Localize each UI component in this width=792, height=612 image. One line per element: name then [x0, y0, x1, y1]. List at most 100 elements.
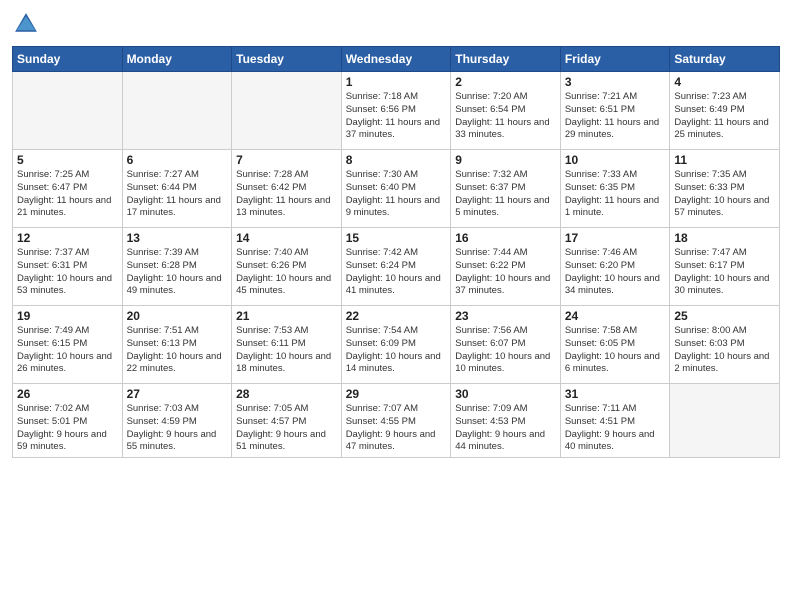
day-header-tuesday: Tuesday: [232, 47, 342, 72]
day-header-wednesday: Wednesday: [341, 47, 451, 72]
header: [12, 10, 780, 38]
logo-icon: [12, 10, 40, 38]
day-number: 5: [17, 153, 118, 167]
calendar-day: 24 Sunrise: 7:58 AM Sunset: 6:05 PM Dayli…: [560, 306, 670, 384]
calendar-day: 4 Sunrise: 7:23 AM Sunset: 6:49 PM Daylig…: [670, 72, 780, 150]
day-number: 28: [236, 387, 337, 401]
day-info: Sunrise: 7:53 AM Sunset: 6:11 PM Dayligh…: [236, 325, 337, 376]
calendar-day: 21 Sunrise: 7:53 AM Sunset: 6:11 PM Dayli…: [232, 306, 342, 384]
day-info: Sunrise: 7:54 AM Sunset: 6:09 PM Dayligh…: [346, 325, 447, 376]
day-header-sunday: Sunday: [13, 47, 123, 72]
day-info: Sunrise: 7:23 AM Sunset: 6:49 PM Dayligh…: [674, 91, 775, 142]
calendar-table: SundayMondayTuesdayWednesdayThursdayFrid…: [12, 46, 780, 458]
day-info: Sunrise: 7:21 AM Sunset: 6:51 PM Dayligh…: [565, 91, 666, 142]
day-number: 19: [17, 309, 118, 323]
day-info: Sunrise: 7:02 AM Sunset: 5:01 PM Dayligh…: [17, 403, 118, 454]
calendar-header-row: SundayMondayTuesdayWednesdayThursdayFrid…: [13, 47, 780, 72]
day-number: 14: [236, 231, 337, 245]
day-number: 8: [346, 153, 447, 167]
calendar-day: 3 Sunrise: 7:21 AM Sunset: 6:51 PM Daylig…: [560, 72, 670, 150]
day-info: Sunrise: 7:18 AM Sunset: 6:56 PM Dayligh…: [346, 91, 447, 142]
calendar-day: 17Sunrise: 7:46 AM Sunset: 6:20 PM Dayli…: [560, 228, 670, 306]
calendar-day: 8 Sunrise: 7:30 AM Sunset: 6:40 PM Daylig…: [341, 150, 451, 228]
day-info: Sunrise: 7:28 AM Sunset: 6:42 PM Dayligh…: [236, 169, 337, 220]
day-info: Sunrise: 7:56 AM Sunset: 6:07 PM Dayligh…: [455, 325, 556, 376]
day-info: Sunrise: 7:39 AM Sunset: 6:28 PM Dayligh…: [127, 247, 228, 298]
day-info: Sunrise: 8:00 AM Sunset: 6:03 PM Dayligh…: [674, 325, 775, 376]
calendar-day: 23 Sunrise: 7:56 AM Sunset: 6:07 PM Dayli…: [451, 306, 561, 384]
day-header-monday: Monday: [122, 47, 232, 72]
calendar-week-4: 19 Sunrise: 7:49 AM Sunset: 6:15 PM Dayli…: [13, 306, 780, 384]
calendar-day: 19 Sunrise: 7:49 AM Sunset: 6:15 PM Dayli…: [13, 306, 123, 384]
day-number: 25: [674, 309, 775, 323]
day-number: 11: [674, 153, 775, 167]
day-number: 24: [565, 309, 666, 323]
day-info: Sunrise: 7:05 AM Sunset: 4:57 PM Dayligh…: [236, 403, 337, 454]
calendar-day: [232, 72, 342, 150]
calendar-day: 27 Sunrise: 7:03 AM Sunset: 4:59 PM Dayli…: [122, 384, 232, 458]
calendar-day: 9Sunrise: 7:32 AM Sunset: 6:37 PM Daylig…: [451, 150, 561, 228]
day-number: 26: [17, 387, 118, 401]
day-info: Sunrise: 7:30 AM Sunset: 6:40 PM Dayligh…: [346, 169, 447, 220]
calendar-day: 22 Sunrise: 7:54 AM Sunset: 6:09 PM Dayli…: [341, 306, 451, 384]
day-info: Sunrise: 7:35 AM Sunset: 6:33 PM Dayligh…: [674, 169, 775, 220]
day-number: 4: [674, 75, 775, 89]
calendar-day: 25 Sunrise: 8:00 AM Sunset: 6:03 PM Dayli…: [670, 306, 780, 384]
page-container: SundayMondayTuesdayWednesdayThursdayFrid…: [0, 0, 792, 466]
day-number: 16: [455, 231, 556, 245]
day-number: 1: [346, 75, 447, 89]
day-info: Sunrise: 7:44 AM Sunset: 6:22 PM Dayligh…: [455, 247, 556, 298]
day-number: 18: [674, 231, 775, 245]
calendar-day: 5 Sunrise: 7:25 AM Sunset: 6:47 PM Daylig…: [13, 150, 123, 228]
day-info: Sunrise: 7:11 AM Sunset: 4:51 PM Dayligh…: [565, 403, 666, 454]
calendar-week-3: 12Sunrise: 7:37 AM Sunset: 6:31 PM Dayli…: [13, 228, 780, 306]
day-number: 12: [17, 231, 118, 245]
calendar-day: 15 Sunrise: 7:42 AM Sunset: 6:24 PM Dayli…: [341, 228, 451, 306]
day-number: 30: [455, 387, 556, 401]
day-number: 29: [346, 387, 447, 401]
day-number: 15: [346, 231, 447, 245]
day-number: 7: [236, 153, 337, 167]
calendar-day: 29 Sunrise: 7:07 AM Sunset: 4:55 PM Dayli…: [341, 384, 451, 458]
calendar-day: 12Sunrise: 7:37 AM Sunset: 6:31 PM Dayli…: [13, 228, 123, 306]
day-number: 31: [565, 387, 666, 401]
day-number: 27: [127, 387, 228, 401]
day-number: 17: [565, 231, 666, 245]
day-info: Sunrise: 7:07 AM Sunset: 4:55 PM Dayligh…: [346, 403, 447, 454]
calendar-day: 28 Sunrise: 7:05 AM Sunset: 4:57 PM Dayli…: [232, 384, 342, 458]
day-info: Sunrise: 7:51 AM Sunset: 6:13 PM Dayligh…: [127, 325, 228, 376]
day-header-friday: Friday: [560, 47, 670, 72]
calendar-day: 20 Sunrise: 7:51 AM Sunset: 6:13 PM Dayli…: [122, 306, 232, 384]
calendar-day: 16 Sunrise: 7:44 AM Sunset: 6:22 PM Dayli…: [451, 228, 561, 306]
calendar-day: [122, 72, 232, 150]
calendar-week-1: 1 Sunrise: 7:18 AM Sunset: 6:56 PM Daylig…: [13, 72, 780, 150]
day-number: 3: [565, 75, 666, 89]
day-number: 23: [455, 309, 556, 323]
calendar-week-2: 5 Sunrise: 7:25 AM Sunset: 6:47 PM Daylig…: [13, 150, 780, 228]
calendar-day: [13, 72, 123, 150]
day-info: Sunrise: 7:25 AM Sunset: 6:47 PM Dayligh…: [17, 169, 118, 220]
day-info: Sunrise: 7:09 AM Sunset: 4:53 PM Dayligh…: [455, 403, 556, 454]
calendar-day: 14Sunrise: 7:40 AM Sunset: 6:26 PM Dayli…: [232, 228, 342, 306]
calendar-day: 13Sunrise: 7:39 AM Sunset: 6:28 PM Dayli…: [122, 228, 232, 306]
day-info: Sunrise: 7:03 AM Sunset: 4:59 PM Dayligh…: [127, 403, 228, 454]
day-number: 21: [236, 309, 337, 323]
day-header-thursday: Thursday: [451, 47, 561, 72]
day-info: Sunrise: 7:27 AM Sunset: 6:44 PM Dayligh…: [127, 169, 228, 220]
day-number: 20: [127, 309, 228, 323]
day-number: 6: [127, 153, 228, 167]
calendar-day: 2 Sunrise: 7:20 AM Sunset: 6:54 PM Daylig…: [451, 72, 561, 150]
day-info: Sunrise: 7:58 AM Sunset: 6:05 PM Dayligh…: [565, 325, 666, 376]
calendar-week-5: 26 Sunrise: 7:02 AM Sunset: 5:01 PM Dayli…: [13, 384, 780, 458]
day-number: 22: [346, 309, 447, 323]
calendar-day: 1 Sunrise: 7:18 AM Sunset: 6:56 PM Daylig…: [341, 72, 451, 150]
day-info: Sunrise: 7:32 AM Sunset: 6:37 PM Dayligh…: [455, 169, 556, 220]
day-info: Sunrise: 7:42 AM Sunset: 6:24 PM Dayligh…: [346, 247, 447, 298]
calendar-day: [670, 384, 780, 458]
day-number: 2: [455, 75, 556, 89]
day-number: 10: [565, 153, 666, 167]
day-info: Sunrise: 7:49 AM Sunset: 6:15 PM Dayligh…: [17, 325, 118, 376]
day-info: Sunrise: 7:47 AM Sunset: 6:17 PM Dayligh…: [674, 247, 775, 298]
calendar-day: 18 Sunrise: 7:47 AM Sunset: 6:17 PM Dayli…: [670, 228, 780, 306]
day-info: Sunrise: 7:20 AM Sunset: 6:54 PM Dayligh…: [455, 91, 556, 142]
